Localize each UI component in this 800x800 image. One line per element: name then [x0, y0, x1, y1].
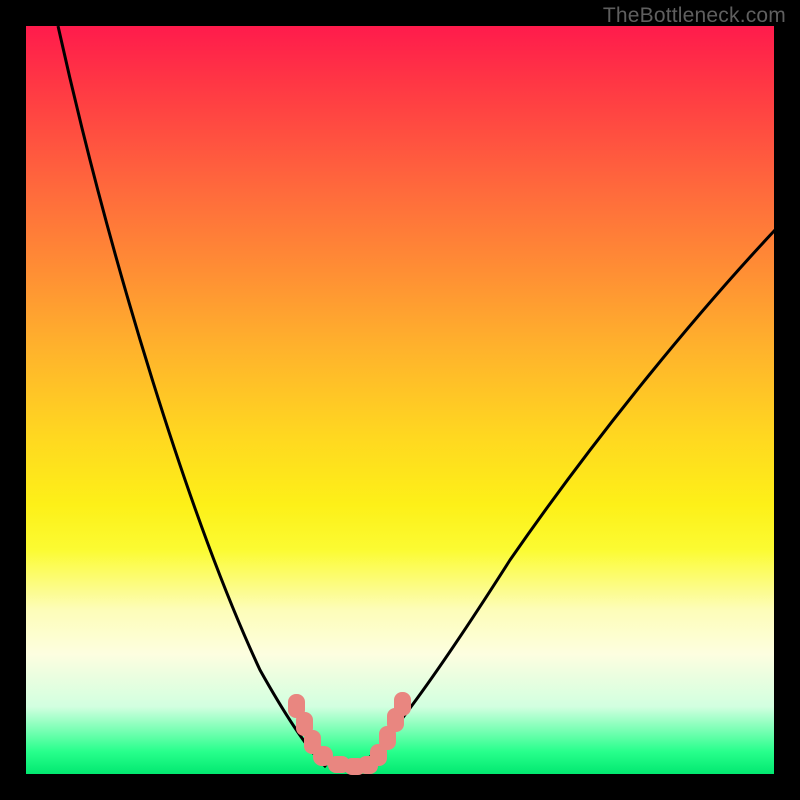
right-branch-path — [360, 230, 775, 767]
watermark-text: TheBottleneck.com — [603, 4, 786, 28]
marker — [394, 692, 411, 716]
valley-markers-group — [288, 692, 411, 775]
chart-svg — [0, 0, 800, 800]
line-series-left — [58, 26, 326, 767]
line-series-right — [360, 230, 775, 767]
left-branch-path — [58, 26, 326, 767]
